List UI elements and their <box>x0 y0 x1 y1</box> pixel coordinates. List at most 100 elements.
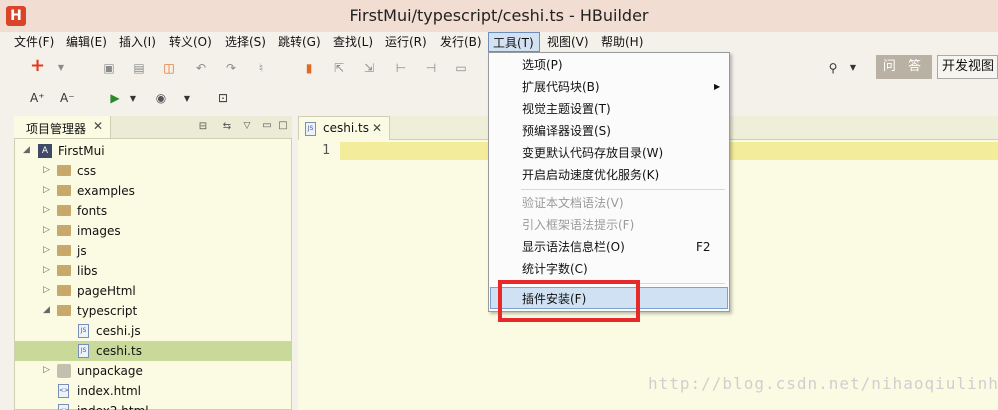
font-increase-icon[interactable]: A⁺ <box>30 91 45 105</box>
menu-item-validate-syntax: 验证本文档语法(V) <box>490 192 728 214</box>
tree-item-folder[interactable]: ▷ libs <box>15 261 291 281</box>
project-explorer-tab[interactable]: 项目管理器 ✕ <box>14 116 111 138</box>
editor-tab-label: ceshi.ts <box>323 121 369 135</box>
collapsed-arrow-icon[interactable]: ▷ <box>43 225 50 235</box>
collapsed-arrow-icon[interactable]: ▷ <box>43 265 50 275</box>
tree-item-folder[interactable]: ▷ css <box>15 161 291 181</box>
qa-button[interactable]: 问 答 <box>876 55 932 79</box>
tools-dropdown-menu: 选项(P) 扩展代码块(B) ▶ 视觉主题设置(T) 预编译器设置(S) 变更默… <box>488 52 730 312</box>
menu-insert[interactable]: 插入(I) <box>115 32 160 52</box>
menu-item-change-code-dir[interactable]: 变更默认代码存放目录(W) <box>490 142 728 164</box>
run-dropdown-icon[interactable]: ▼ <box>126 92 140 106</box>
menu-view[interactable]: 视图(V) <box>543 32 593 52</box>
tree-item-folder[interactable]: ▷ images <box>15 221 291 241</box>
folder-icon <box>57 285 71 296</box>
collapse-all-icon[interactable]: ⊟ <box>196 120 210 134</box>
tree-item-folder[interactable]: ▷ fonts <box>15 201 291 221</box>
collapsed-arrow-icon[interactable]: ▷ <box>43 365 50 375</box>
menu-item-framework-hints: 引入框架语法提示(F) <box>490 214 728 236</box>
annotation-highlight-box <box>498 280 640 322</box>
tree-item-folder[interactable]: ◢ typescript <box>15 301 291 321</box>
menu-tools[interactable]: 工具(T) <box>488 32 540 52</box>
expand-icon[interactable]: ⊣ <box>424 61 438 75</box>
html-file-icon: <> <box>58 404 69 410</box>
browser-dropdown-icon[interactable]: ▼ <box>180 92 194 106</box>
tree-item-folder[interactable]: ▷ js <box>15 241 291 261</box>
close-icon[interactable]: ✕ <box>93 119 103 133</box>
new-file-icon[interactable]: + <box>30 57 45 75</box>
menu-find[interactable]: 查找(L) <box>329 32 377 52</box>
folder-icon <box>57 245 71 256</box>
search-icon[interactable]: ⚲ <box>826 61 840 75</box>
comment-icon[interactable]: ▭ <box>454 61 468 75</box>
tree-item-label: ceshi.js <box>96 324 141 338</box>
close-icon[interactable]: ✕ <box>372 121 382 135</box>
menu-select[interactable]: 选择(S) <box>221 32 270 52</box>
save-all-icon[interactable]: ▤ <box>132 61 146 75</box>
menu-item-startup-optimize[interactable]: 开启启动速度优化服务(K) <box>490 164 728 186</box>
menu-item-word-count[interactable]: 统计字数(C) <box>490 258 728 280</box>
tree-item-label: ceshi.ts <box>96 344 142 358</box>
menu-item-label: 引入框架语法提示(F) <box>522 218 635 232</box>
menu-item-options[interactable]: 选项(P) <box>490 54 728 76</box>
collapsed-arrow-icon[interactable]: ▷ <box>43 205 50 215</box>
undo-icon[interactable]: ↶ <box>194 61 208 75</box>
menu-file[interactable]: 文件(F) <box>10 32 58 52</box>
browser-icon[interactable]: ◉ <box>154 91 168 105</box>
tree-item-file[interactable]: JS ceshi.js <box>15 321 291 341</box>
expanded-arrow-icon[interactable]: ◢ <box>23 145 30 155</box>
tree-item-file-selected[interactable]: JS ceshi.ts <box>15 341 291 361</box>
tree-item-label: FirstMui <box>58 144 105 158</box>
run-icon[interactable]: ▶ <box>108 91 122 105</box>
editor-tab-ceshi-ts[interactable]: JS ceshi.ts ✕ <box>298 116 390 140</box>
menu-release[interactable]: 发行(B) <box>436 32 486 52</box>
submenu-arrow-icon: ▶ <box>714 82 721 91</box>
menu-item-extend-snippets[interactable]: 扩展代码块(B) ▶ <box>490 76 728 98</box>
bookmark-icon[interactable]: ▮ <box>302 61 316 75</box>
menu-item-label: 统计字数(C) <box>522 262 588 276</box>
collapsed-arrow-icon[interactable]: ▷ <box>43 165 50 175</box>
menu-escape[interactable]: 转义(O) <box>165 32 216 52</box>
font-decrease-icon[interactable]: A⁻ <box>60 91 75 105</box>
redo-icon[interactable]: ↷ <box>224 61 238 75</box>
collapsed-arrow-icon[interactable]: ▷ <box>43 285 50 295</box>
menu-edit[interactable]: 编辑(E) <box>62 32 111 52</box>
folder-icon <box>57 225 71 236</box>
new-dropdown-icon[interactable]: ▼ <box>54 61 68 75</box>
menu-item-syntax-info-bar[interactable]: 显示语法信息栏(O) F2 <box>490 236 728 258</box>
tree-item-label: examples <box>77 184 135 198</box>
menu-run[interactable]: 运行(R) <box>381 32 431 52</box>
menu-item-label: 验证本文档语法(V) <box>522 196 624 210</box>
save-icon[interactable]: ▣ <box>102 61 116 75</box>
debug-icon[interactable]: ⊡ <box>216 91 230 105</box>
next-bookmark-icon[interactable]: ⇲ <box>362 61 376 75</box>
close-file-icon[interactable]: ◫ <box>162 61 176 75</box>
folder-icon <box>57 185 71 196</box>
prev-bookmark-icon[interactable]: ⇱ <box>332 61 346 75</box>
line-number: 1 <box>322 143 330 158</box>
dev-view-button[interactable]: 开发视图 <box>937 55 998 79</box>
menu-item-label: 显示语法信息栏(O) <box>522 240 625 254</box>
link-editor-icon[interactable]: ⇆ <box>220 120 234 134</box>
tree-item-project[interactable]: ◢ A FirstMui <box>15 141 291 161</box>
tree-item-folder[interactable]: ▷ unpackage <box>15 361 291 381</box>
search-dropdown-icon[interactable]: ▼ <box>846 61 860 75</box>
collapsed-arrow-icon[interactable]: ▷ <box>43 185 50 195</box>
tree-item-file[interactable]: <> index.html <box>15 381 291 401</box>
menu-item-visual-theme[interactable]: 视觉主题设置(T) <box>490 98 728 120</box>
menu-item-precompiler[interactable]: 预编译器设置(S) <box>490 120 728 142</box>
menu-bar: 文件(F) 编辑(E) 插入(I) 转义(O) 选择(S) 跳转(G) 查找(L… <box>0 32 998 52</box>
collapse-icon[interactable]: ⊢ <box>394 61 408 75</box>
menu-goto[interactable]: 跳转(G) <box>274 32 325 52</box>
maximize-icon[interactable]: □ <box>276 119 290 133</box>
tree-item-folder[interactable]: ▷ examples <box>15 181 291 201</box>
menu-help[interactable]: 帮助(H) <box>597 32 647 52</box>
ts-file-icon: JS <box>78 344 89 358</box>
minimize-icon[interactable]: ▭ <box>260 119 274 133</box>
collapsed-arrow-icon[interactable]: ▷ <box>43 245 50 255</box>
tree-item-file[interactable]: <> index2.html <box>15 401 291 410</box>
format-icon[interactable]: ♮ <box>254 61 268 75</box>
expanded-arrow-icon[interactable]: ◢ <box>43 305 50 315</box>
tree-item-folder[interactable]: ▷ pageHtml <box>15 281 291 301</box>
view-menu-icon[interactable]: ▽ <box>240 119 254 133</box>
